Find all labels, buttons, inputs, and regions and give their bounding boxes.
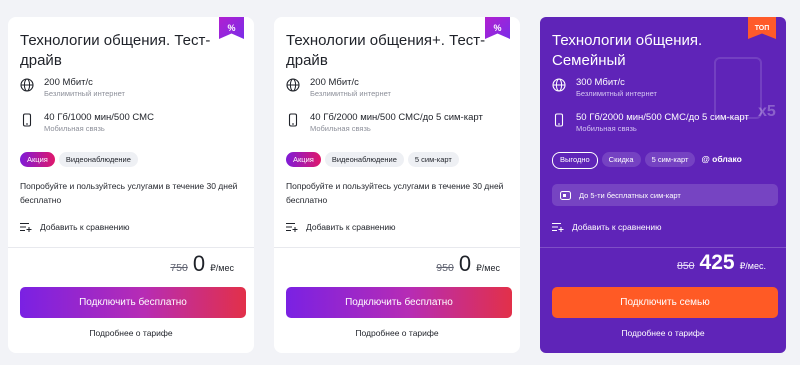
tag-video: Видеонаблюдение bbox=[324, 152, 404, 167]
price-block: 850 425 ₽/мес. bbox=[677, 251, 766, 275]
internet-feature: 200 Мбит/с Безлимитный интернет bbox=[286, 77, 391, 99]
tag-list: Выгодно Скидка 5 сим-карт @ облако bbox=[552, 152, 744, 169]
compare-label: Добавить к сравнению bbox=[306, 222, 396, 232]
old-price: 750 bbox=[170, 262, 188, 274]
tag-cloud: @ облако bbox=[701, 154, 742, 164]
compare-label: Добавить к сравнению bbox=[572, 222, 662, 232]
tag-profitable: Выгодно bbox=[552, 152, 598, 169]
discount-ribbon: % bbox=[219, 17, 244, 39]
mobile-package: 50 Гб/2000 мин/500 СМС/до 5 сим-карт bbox=[576, 112, 749, 123]
tariff-title[interactable]: Технологии общения+. Тест-драйв bbox=[286, 31, 486, 71]
internet-label: Безлимитный интернет bbox=[310, 89, 391, 98]
add-to-compare[interactable]: Добавить к сравнению bbox=[552, 222, 661, 232]
tariff-card-test-drive-plus: % Технологии общения+. Тест-драйв 200 Мб… bbox=[274, 17, 520, 353]
mobile-feature: 40 Гб/2000 мин/500 СМС/до 5 сим-карт Моб… bbox=[286, 112, 483, 134]
tariff-title[interactable]: Технологии общения. Тест-драйв bbox=[20, 31, 220, 71]
divider bbox=[540, 247, 786, 248]
mobile-label: Мобильная связь bbox=[44, 124, 105, 133]
mobile-feature: 40 Гб/1000 мин/500 СМС Мобильная связь bbox=[20, 112, 154, 134]
tag-discount: Скидка bbox=[601, 152, 641, 167]
mobile-package: 40 Гб/1000 мин/500 СМС bbox=[44, 112, 154, 123]
current-price: 0 bbox=[458, 251, 472, 276]
tariff-details-link[interactable]: Подробнее о тарифе bbox=[540, 328, 786, 338]
add-to-compare[interactable]: Добавить к сравнению bbox=[286, 222, 395, 232]
free-sim-info: До 5-ти бесплатных сим-карт bbox=[552, 184, 778, 206]
sim-multiplier: x5 bbox=[758, 103, 776, 120]
add-to-compare[interactable]: Добавить к сравнению bbox=[20, 222, 129, 232]
price-block: 750 0 ₽/мес bbox=[170, 251, 234, 277]
globe-icon bbox=[552, 78, 566, 92]
internet-speed: 300 Мбит/с bbox=[576, 77, 625, 88]
internet-speed: 200 Мбит/с bbox=[310, 77, 359, 88]
price-unit: ₽/мес bbox=[476, 263, 500, 273]
divider bbox=[274, 247, 520, 248]
mobile-label: Мобильная связь bbox=[310, 124, 371, 133]
tag-sim-cards: 5 сим-карт bbox=[644, 152, 696, 167]
tag-promo: Акция bbox=[286, 152, 321, 167]
tag-list: Акция Видеонаблюдение bbox=[20, 152, 138, 167]
tag-promo: Акция bbox=[20, 152, 55, 167]
connect-family-button[interactable]: Подключить семью bbox=[552, 287, 778, 318]
connect-free-button[interactable]: Подключить бесплатно bbox=[286, 287, 512, 318]
old-price: 950 bbox=[436, 262, 454, 274]
mobile-package: 40 Гб/2000 мин/500 СМС/до 5 сим-карт bbox=[310, 112, 483, 123]
compare-list-icon bbox=[20, 223, 32, 232]
internet-label: Безлимитный интернет bbox=[576, 89, 657, 98]
tag-sim-cards: 5 сим-карт bbox=[407, 152, 459, 167]
compare-list-icon bbox=[552, 223, 564, 232]
tag-video: Видеонаблюдение bbox=[58, 152, 138, 167]
tariff-card-test-drive: % Технологии общения. Тест-драйв 200 Мби… bbox=[8, 17, 254, 353]
phone-icon bbox=[22, 113, 32, 127]
internet-feature: 200 Мбит/с Безлимитный интернет bbox=[20, 77, 125, 99]
internet-label: Безлимитный интернет bbox=[44, 89, 125, 98]
mobile-feature: 50 Гб/2000 мин/500 СМС/до 5 сим-карт Моб… bbox=[552, 112, 749, 134]
globe-icon bbox=[286, 78, 300, 92]
compare-list-icon bbox=[286, 223, 298, 232]
tariff-description: Попробуйте и пользуйтесь услугами в тече… bbox=[286, 181, 504, 205]
top-ribbon: ТОП bbox=[748, 17, 776, 39]
internet-feature: 300 Мбит/с Безлимитный интернет bbox=[552, 77, 657, 99]
tag-list: Акция Видеонаблюдение 5 сим-карт bbox=[286, 152, 459, 167]
sim-info-icon bbox=[560, 190, 571, 200]
phone-icon bbox=[554, 113, 564, 127]
price-block: 950 0 ₽/мес bbox=[436, 251, 500, 277]
discount-ribbon: % bbox=[485, 17, 510, 39]
globe-icon bbox=[20, 78, 34, 92]
price-unit: ₽/мес bbox=[210, 263, 234, 273]
current-price: 0 bbox=[192, 251, 206, 276]
tariff-description: Попробуйте и пользуйтесь услугами в тече… bbox=[20, 181, 238, 205]
connect-free-button[interactable]: Подключить бесплатно bbox=[20, 287, 246, 318]
current-price: 425 bbox=[699, 251, 735, 274]
price-unit: ₽/мес. bbox=[739, 261, 766, 271]
free-sim-text: До 5-ти бесплатных сим-карт bbox=[579, 190, 681, 200]
compare-label: Добавить к сравнению bbox=[40, 222, 130, 232]
old-price: 850 bbox=[677, 260, 695, 272]
mobile-label: Мобильная связь bbox=[576, 124, 637, 133]
tariff-details-link[interactable]: Подробнее о тарифе bbox=[274, 328, 520, 338]
divider bbox=[8, 247, 254, 248]
tariff-details-link[interactable]: Подробнее о тарифе bbox=[8, 328, 254, 338]
sim-card-icon bbox=[714, 57, 762, 119]
internet-speed: 200 Мбит/с bbox=[44, 77, 93, 88]
tariff-card-family: ТОП Технологии общения. Семейный x5 300 … bbox=[540, 17, 786, 353]
phone-icon bbox=[288, 113, 298, 127]
